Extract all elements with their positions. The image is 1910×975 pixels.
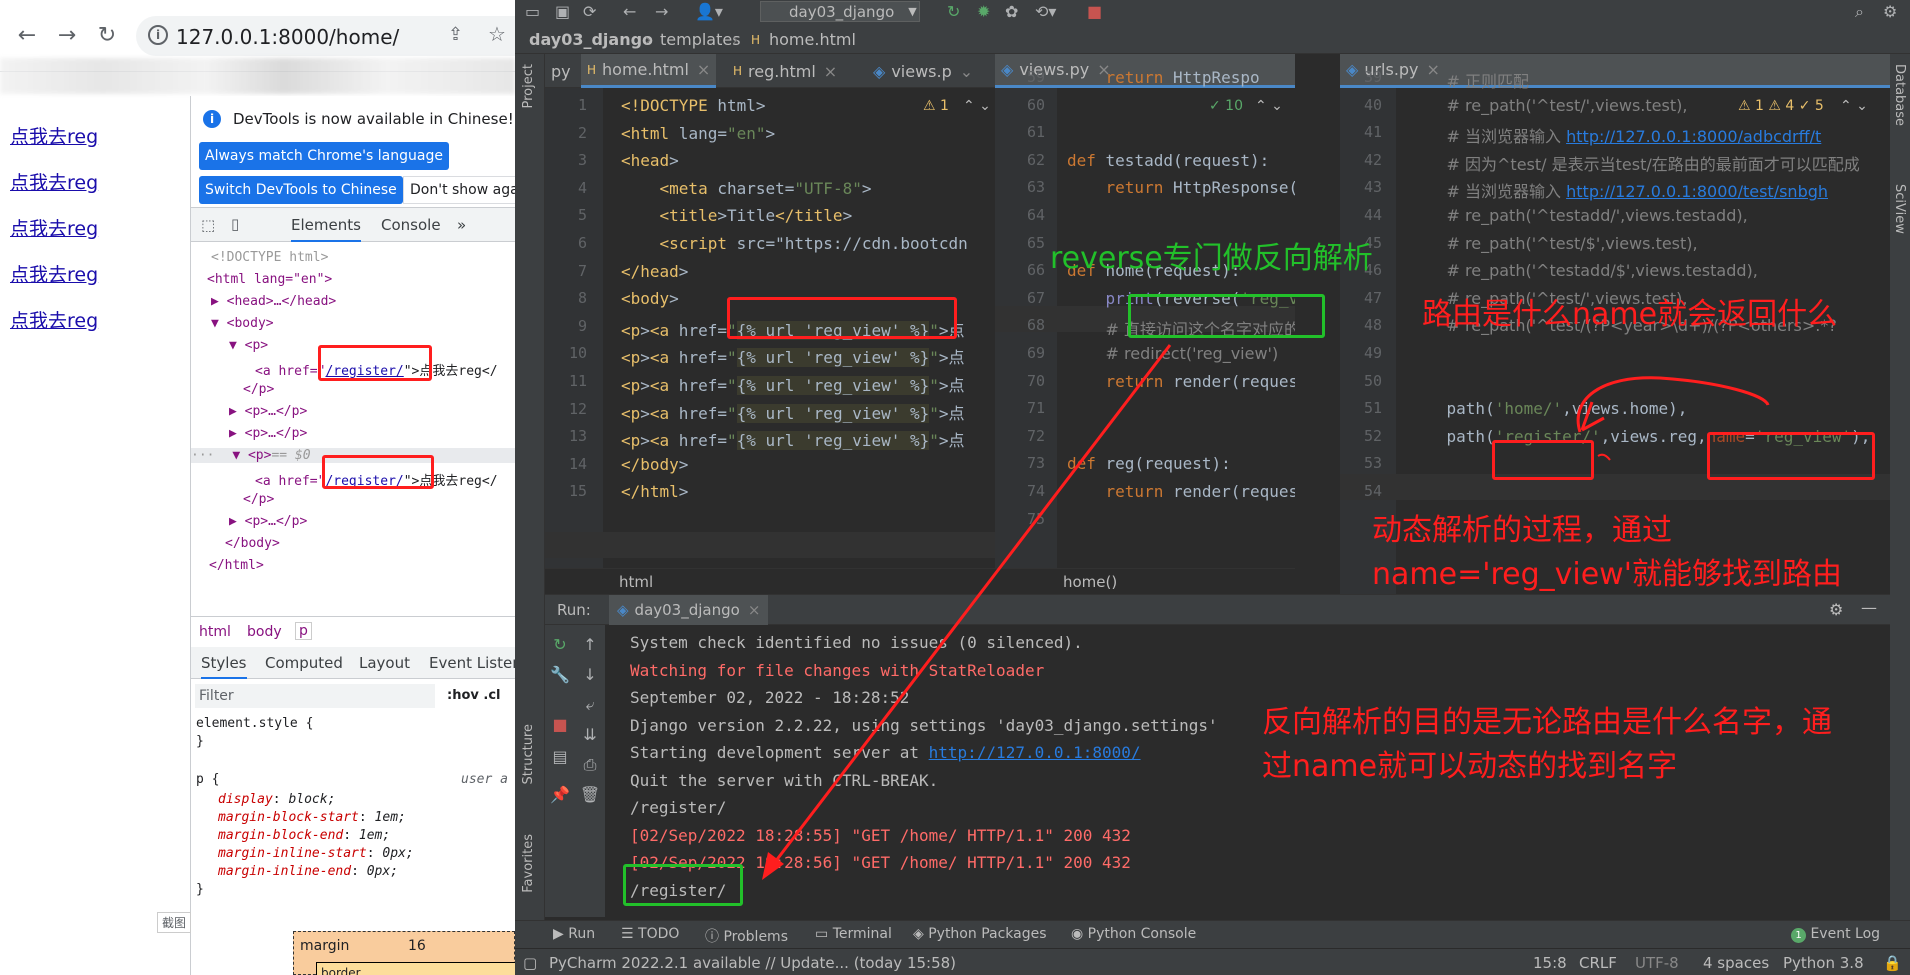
annotation-curve-head — [1580, 401, 1605, 432]
annotation-reverse-note: reverse专门做反向解析 — [1050, 241, 1373, 276]
annotation-purpose-note-2: 过name就可以动态的找到名字 — [1262, 749, 1678, 784]
annotation-dynamic-note-2: name='reg_view'就能够找到路由 — [1372, 557, 1842, 592]
annotation-curve — [1576, 376, 1770, 433]
annotation-route-note: 路由是什么name就会返回什么 — [1422, 297, 1838, 332]
annotation-dynamic-note-1: 动态解析的过程，通过 — [1372, 513, 1672, 548]
annotation-arrow-line — [770, 344, 1172, 867]
annotation-purpose-note-1: 反向解析的目的是无论路由是什么名字，通 — [1262, 705, 1832, 740]
annotation-tick — [1597, 453, 1611, 461]
annotation-strokes — [762, 344, 1770, 880]
